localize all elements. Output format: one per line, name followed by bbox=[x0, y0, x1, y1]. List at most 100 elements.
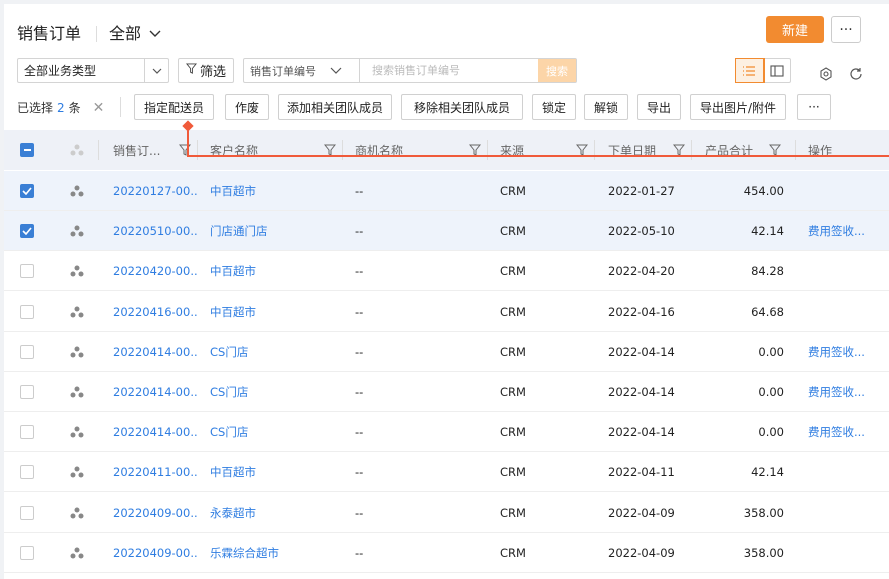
order-number-link[interactable]: 20220414-00... bbox=[113, 372, 197, 412]
table-row[interactable]: 20220510-00... 门店通门店 -- CRM 2022-05-10 4… bbox=[4, 211, 889, 252]
customer-link[interactable]: 中百超市 bbox=[210, 452, 338, 492]
filter-button[interactable]: 筛选 bbox=[178, 58, 234, 83]
expense-receipt-link[interactable] bbox=[808, 292, 878, 332]
table-row[interactable]: 20220414-00... CS门店 -- CRM 2022-04-14 0.… bbox=[4, 331, 889, 372]
expense-receipt-link[interactable] bbox=[808, 171, 878, 211]
team-icon bbox=[70, 452, 84, 492]
row-checkbox[interactable] bbox=[20, 545, 34, 560]
expense-receipt-link[interactable]: 费用签收... bbox=[808, 332, 878, 372]
list-view-icon[interactable] bbox=[735, 58, 765, 83]
team-icon bbox=[70, 251, 84, 291]
funnel-icon bbox=[185, 63, 198, 78]
expense-receipt-link[interactable] bbox=[808, 251, 878, 291]
table-row[interactable]: 20220127-00... 中百超市 -- CRM 2022-01-27 45… bbox=[4, 171, 889, 211]
column-header-actions: 操作 bbox=[808, 143, 833, 158]
export-images-button[interactable]: 导出图片/附件 bbox=[690, 94, 786, 120]
customer-link[interactable]: CS门店 bbox=[210, 332, 338, 372]
lock-button[interactable]: 锁定 bbox=[532, 94, 576, 120]
team-icon bbox=[70, 171, 84, 211]
row-checkbox[interactable] bbox=[20, 465, 34, 480]
select-all-checkbox[interactable] bbox=[20, 143, 34, 157]
customer-link[interactable]: 中百超市 bbox=[210, 171, 338, 211]
order-number-link[interactable]: 20220411-00... bbox=[113, 452, 197, 492]
title-divider bbox=[96, 26, 97, 42]
more-actions-button[interactable]: ··· bbox=[797, 94, 831, 120]
new-button[interactable]: 新建 bbox=[766, 16, 824, 43]
product-total-cell: 0.00 bbox=[758, 344, 784, 359]
order-number-link[interactable]: 20220409-00... bbox=[113, 533, 197, 573]
view-selector[interactable]: 全部 bbox=[109, 20, 161, 44]
assign-delivery-button[interactable]: 指定配送员 bbox=[134, 94, 214, 120]
row-checkbox[interactable] bbox=[20, 184, 34, 198]
order-number-link[interactable]: 20220414-00... bbox=[113, 332, 197, 372]
customer-link[interactable]: 中百超市 bbox=[210, 292, 338, 332]
order-number-link[interactable]: 20220414-00... bbox=[113, 412, 197, 452]
remove-team-member-button[interactable]: 移除相关团队成员 bbox=[401, 94, 523, 120]
order-number-link[interactable]: 20220510-00... bbox=[113, 211, 197, 251]
clear-selection-icon[interactable]: ✕ bbox=[93, 100, 105, 116]
row-checkbox[interactable] bbox=[20, 224, 34, 239]
customer-link[interactable]: 门店通门店 bbox=[210, 211, 338, 251]
table-row[interactable]: 20220409-00... 永泰超市 -- CRM 2022-04-09 35… bbox=[4, 492, 889, 533]
source-cell: CRM bbox=[500, 264, 526, 279]
settings-icon[interactable] bbox=[816, 64, 836, 84]
customer-link[interactable]: CS门店 bbox=[210, 372, 338, 412]
table-row[interactable]: 20220411-00... 中百超市 -- CRM 2022-04-11 42… bbox=[4, 452, 889, 493]
row-checkbox[interactable] bbox=[20, 264, 34, 279]
customer-link[interactable]: 乐霖综合超市 bbox=[210, 533, 338, 573]
export-button[interactable]: 导出 bbox=[637, 94, 681, 120]
order-number-link[interactable]: 20220416-00... bbox=[113, 292, 197, 332]
funnel-icon[interactable] bbox=[673, 130, 685, 170]
header-avatar-icon bbox=[70, 130, 84, 170]
expense-receipt-link[interactable] bbox=[808, 533, 878, 573]
product-total-cell: 84.28 bbox=[751, 264, 784, 279]
source-cell: CRM bbox=[500, 545, 526, 560]
table-header: 销售订... 客户名称 商机名称 来源 下单日期 产品合计 操作 bbox=[4, 130, 889, 170]
page-title: 销售订单 bbox=[17, 24, 82, 43]
search-field-select[interactable]: 销售订单编号 bbox=[244, 59, 360, 82]
column-header-order[interactable]: 销售订... bbox=[113, 130, 160, 170]
customer-link[interactable]: 中百超市 bbox=[210, 251, 338, 291]
expense-receipt-link[interactable]: 费用签收... bbox=[808, 412, 878, 452]
table-row[interactable]: 20220414-00... CS门店 -- CRM 2022-04-14 0.… bbox=[4, 412, 889, 453]
more-button[interactable]: ··· bbox=[831, 16, 861, 43]
split-view-icon[interactable] bbox=[764, 59, 791, 82]
order-number-link[interactable]: 20220409-00... bbox=[113, 493, 197, 533]
customer-link[interactable]: 永泰超市 bbox=[210, 493, 338, 533]
funnel-icon[interactable] bbox=[324, 130, 336, 170]
expense-receipt-link[interactable] bbox=[808, 493, 878, 533]
funnel-icon[interactable] bbox=[469, 130, 481, 170]
column-header-opportunity[interactable]: 商机名称 bbox=[355, 130, 403, 170]
table-row[interactable]: 20220414-00... CS门店 -- CRM 2022-04-14 0.… bbox=[4, 372, 889, 412]
search-input[interactable] bbox=[360, 64, 538, 77]
column-header-date[interactable]: 下单日期 bbox=[608, 130, 656, 170]
table-row[interactable]: 20220420-00... 中百超市 -- CRM 2022-04-20 84… bbox=[4, 251, 889, 292]
row-checkbox[interactable] bbox=[20, 304, 34, 319]
row-checkbox[interactable] bbox=[20, 505, 34, 520]
row-checkbox[interactable] bbox=[20, 344, 34, 359]
customer-link[interactable]: CS门店 bbox=[210, 412, 338, 452]
expense-receipt-link[interactable] bbox=[808, 452, 878, 492]
row-checkbox[interactable] bbox=[20, 425, 34, 440]
funnel-icon[interactable] bbox=[576, 130, 588, 170]
business-type-select[interactable]: 全部业务类型 bbox=[17, 58, 169, 83]
column-header-source[interactable]: 来源 bbox=[500, 130, 524, 170]
funnel-icon[interactable] bbox=[769, 130, 781, 170]
funnel-icon[interactable] bbox=[179, 130, 191, 170]
row-checkbox[interactable] bbox=[20, 385, 34, 399]
order-number-link[interactable]: 20220420-00... bbox=[113, 251, 197, 291]
refresh-icon[interactable] bbox=[846, 64, 866, 84]
expense-receipt-link[interactable]: 费用签收... bbox=[808, 372, 878, 412]
table-row[interactable]: 20220409-00... 乐霖综合超市 -- CRM 2022-04-09 … bbox=[4, 532, 889, 573]
column-header-customer[interactable]: 客户名称 bbox=[210, 130, 258, 170]
search-button[interactable]: 搜索 bbox=[538, 59, 576, 82]
table-row[interactable]: 20220416-00... 中百超市 -- CRM 2022-04-16 64… bbox=[4, 291, 889, 332]
expense-receipt-link[interactable]: 费用签收... bbox=[808, 211, 878, 251]
order-number-link[interactable]: 20220127-00... bbox=[113, 171, 197, 211]
void-button[interactable]: 作废 bbox=[225, 94, 269, 120]
opportunity-cell: -- bbox=[355, 224, 364, 239]
add-team-member-button[interactable]: 添加相关团队成员 bbox=[278, 94, 392, 120]
column-divider bbox=[594, 140, 595, 160]
column-header-total[interactable]: 产品合计 bbox=[705, 130, 753, 170]
unlock-button[interactable]: 解锁 bbox=[584, 94, 628, 120]
